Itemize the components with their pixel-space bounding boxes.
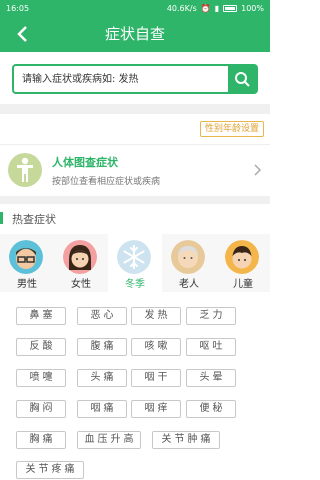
symptom-tags: 鼻塞 恶心 发热 乏力 反酸 腹痛 咳嗽 呕吐 喷嚏 头痛 咽干 头晕 胸闷 咽… <box>0 292 270 480</box>
symptom-tag[interactable]: 腹痛 <box>77 338 127 356</box>
gender-age-settings-button[interactable]: 性别年龄设置 <box>199 121 264 137</box>
category-tab-female[interactable]: 女性 <box>54 234 108 292</box>
signal-icon: ▮ <box>214 3 220 13</box>
body-map-subtitle: 按部位查看相应症状或疾病 <box>52 177 161 187</box>
settings-row: 性别年龄设置 <box>0 114 270 144</box>
symptom-tag[interactable]: 反酸 <box>16 338 66 356</box>
symptom-tag[interactable]: 咽痛 <box>77 400 127 418</box>
symptom-tag[interactable]: 便秘 <box>186 400 236 418</box>
chevron-right-icon <box>254 164 262 176</box>
symptom-tag[interactable]: 血压升高 <box>77 431 141 449</box>
battery-icon <box>223 4 238 12</box>
hot-symptoms-title: 热查症状 <box>12 213 56 226</box>
snowflake-icon <box>117 240 151 274</box>
category-tab-elderly[interactable]: 老人 <box>162 234 216 292</box>
symptom-tag[interactable]: 咳嗽 <box>131 338 181 356</box>
child-avatar-icon <box>225 240 259 274</box>
network-speed: 40.6K/s <box>166 3 197 13</box>
category-label: 冬季 <box>125 279 145 290</box>
search-icon <box>235 72 250 87</box>
search-button[interactable] <box>228 66 256 92</box>
hot-symptoms-header: 热查症状 <box>0 204 270 232</box>
body-map-title: 人体图查症状 <box>52 156 118 169</box>
divider <box>0 196 270 204</box>
symptom-tag[interactable]: 发热 <box>131 307 181 325</box>
female-avatar-icon <box>63 240 97 274</box>
search-input[interactable] <box>14 66 228 92</box>
category-tab-child[interactable]: 儿童 <box>216 234 270 292</box>
symptom-tag[interactable]: 鼻塞 <box>16 307 66 325</box>
elderly-avatar-icon <box>171 240 205 274</box>
symptom-tag[interactable]: 乏力 <box>186 307 236 325</box>
symptom-tag[interactable]: 关节疼痛 <box>16 461 84 479</box>
symptom-tag[interactable]: 头痛 <box>77 369 127 387</box>
symptom-tag[interactable]: 咽痒 <box>131 400 181 418</box>
category-tab-male[interactable]: 男性 <box>0 234 54 292</box>
symptom-tag[interactable]: 喷嚏 <box>16 369 66 387</box>
search-box <box>12 64 258 94</box>
search-section <box>0 52 270 104</box>
category-tab-winter[interactable]: 冬季 <box>108 234 162 292</box>
body-map-entry[interactable]: 人体图查症状 按部位查看相应症状或疾病 <box>0 144 270 196</box>
symptom-tag[interactable]: 恶心 <box>77 307 127 325</box>
category-label: 男性 <box>17 279 37 290</box>
body-figure-icon <box>8 153 42 187</box>
symptom-tag[interactable]: 胸痛 <box>16 431 66 449</box>
symptom-tag[interactable]: 咽干 <box>131 369 181 387</box>
symptom-tag[interactable]: 关节肿痛 <box>152 431 220 449</box>
male-avatar-icon <box>9 240 43 274</box>
symptom-tag[interactable]: 呕吐 <box>186 338 236 356</box>
category-label: 老人 <box>179 279 199 290</box>
status-time: 16:05 <box>6 3 30 13</box>
symptom-tag[interactable]: 头晕 <box>186 369 236 387</box>
divider <box>0 104 270 114</box>
alarm-icon: ⏰ <box>200 3 211 13</box>
status-right: 40.6K/s ⏰ ▮ 100% <box>167 4 264 13</box>
category-label: 儿童 <box>233 279 253 290</box>
symptom-tag[interactable]: 胸闷 <box>16 400 66 418</box>
status-bar: 16:05 40.6K/s ⏰ ▮ 100% <box>0 0 270 16</box>
category-label: 女性 <box>71 279 91 290</box>
page-title: 症状自查 <box>104 25 165 43</box>
category-tabs: 男性 女性 冬季 老人 儿童 <box>0 234 270 292</box>
section-marker <box>0 212 3 224</box>
nav-bar: 症状自查 <box>0 16 270 52</box>
battery-percent: 100% <box>241 3 264 13</box>
